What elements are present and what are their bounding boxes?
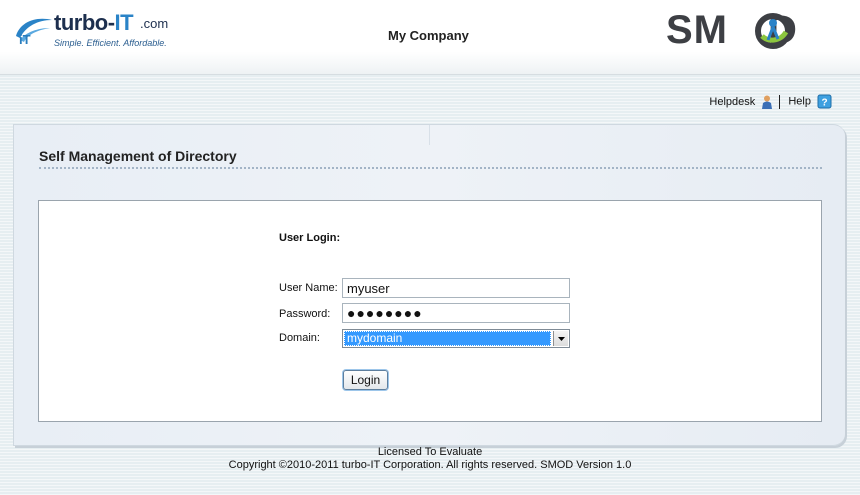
main-panel: Self Management of Directory User Login:…	[13, 124, 845, 446]
logo-it-mark: iT	[19, 32, 31, 47]
license-text: Licensed To Evaluate	[377, 446, 483, 458]
login-button[interactable]: Login	[343, 370, 388, 390]
help-icon: ?	[817, 94, 832, 109]
company-name: My Company	[388, 28, 469, 43]
login-form: User Login: User Name: myuser Password: …	[38, 200, 822, 422]
dropdown-arrow[interactable]	[553, 331, 568, 346]
domain-select[interactable]: mydomain	[342, 329, 570, 348]
login-title: User Login:	[279, 232, 341, 244]
chevron-down-icon	[557, 336, 565, 341]
top-links: Helpdesk Help ?	[709, 94, 832, 109]
logo-brand: turbo-IT	[54, 10, 134, 35]
username-label: User Name:	[279, 282, 338, 294]
helpdesk-link[interactable]: Helpdesk	[709, 95, 773, 109]
helpdesk-label: Helpdesk	[709, 95, 756, 108]
help-label: Help	[788, 95, 811, 108]
password-label: Password:	[279, 308, 331, 320]
header: iT turbo-IT .com Simple. Efficient. Affo…	[0, 0, 860, 75]
person-icon	[762, 95, 773, 109]
smod-logo-o-icon	[755, 13, 791, 49]
help-link[interactable]: Help ?	[788, 94, 832, 109]
domain-label: Domain:	[279, 332, 320, 344]
page-title: Self Management of Directory	[39, 148, 237, 164]
domain-selected-value: mydomain	[344, 331, 551, 346]
title-divider	[39, 167, 822, 169]
logo-tagline: Simple. Efficient. Affordable.	[54, 38, 167, 48]
username-field[interactable]: myuser	[342, 278, 570, 298]
link-separator	[779, 94, 781, 109]
copyright-text: Copyright ©2010-2011 turbo-IT Corporatio…	[228, 459, 632, 471]
password-field[interactable]: ●●●●●●●●	[342, 303, 570, 323]
logo-dotcom: .com	[140, 16, 169, 31]
smod-logo: SM D	[666, 10, 848, 50]
footer: Licensed To Evaluate Copyright ©2010-201…	[0, 446, 860, 472]
svg-text:?: ?	[821, 98, 827, 109]
turbo-it-logo: iT turbo-IT .com Simple. Efficient. Affo…	[14, 10, 174, 52]
panel-divider	[429, 125, 430, 145]
